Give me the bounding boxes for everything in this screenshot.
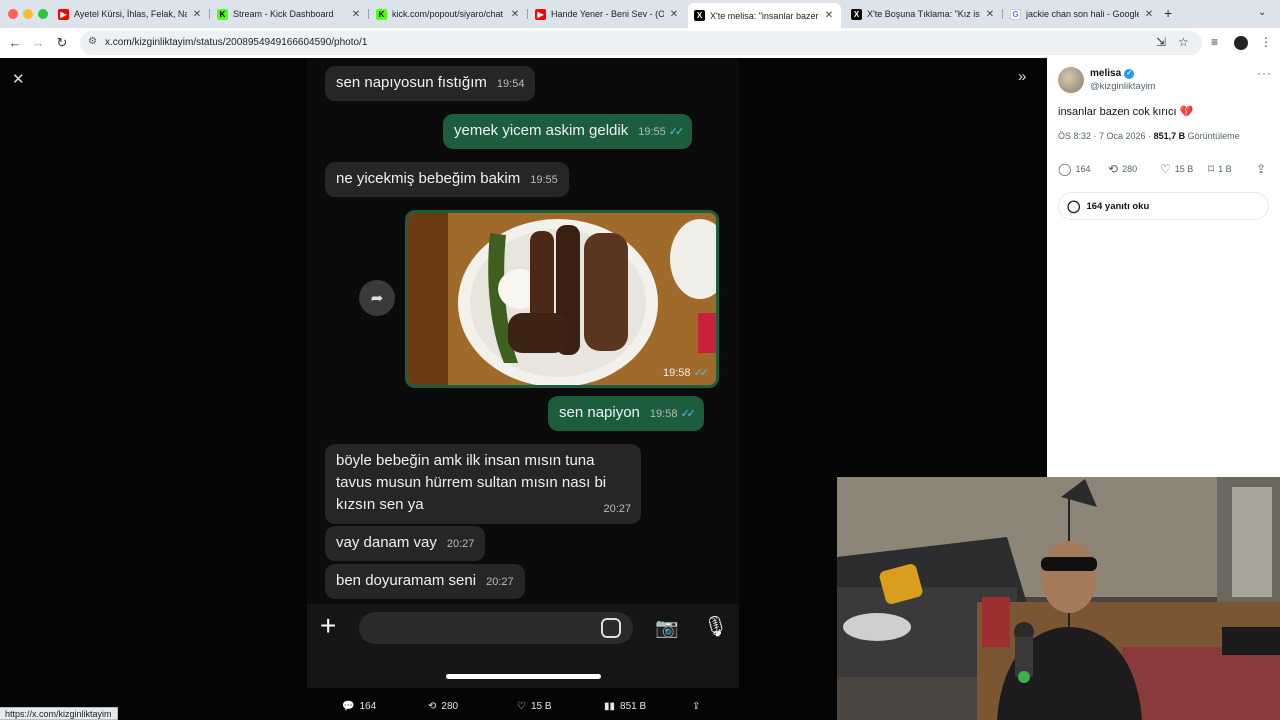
tab-close-icon[interactable]: ✕ — [509, 9, 521, 20]
tweet-text: insanlar bazen cok kırıcı 💔 — [1058, 106, 1194, 118]
viewer-views-button[interactable]: ▮▮ 851 B — [604, 701, 646, 712]
chat-message-incoming: ben doyuramam seni 20:27 — [325, 564, 525, 599]
tab-search-chevron-icon[interactable]: ⌄ — [1258, 7, 1266, 18]
chat-message-incoming: sen napıyosun fıstığım 19:54 — [325, 66, 536, 101]
share-upload-icon: ⇪ — [1256, 162, 1267, 176]
tab-close-icon[interactable]: ✕ — [668, 9, 680, 20]
reply-bubble-icon: 💬 — [342, 700, 355, 712]
close-viewer-icon[interactable]: ✕ — [12, 70, 25, 88]
browser-toolbar: ← → ↻ ⚙ x.com/kizginliktayim/status/2008… — [0, 28, 1280, 58]
chat-message-outgoing: yemek yicem askim geldik 19:55 ✓✓ — [443, 114, 693, 149]
browser-tab[interactable]: X X'te Boşuna Tıklama: "Kız iste ✕ — [851, 4, 996, 24]
window-zoom-button[interactable] — [38, 9, 48, 19]
share-upload-icon: ⇪ — [692, 700, 701, 712]
chat-photo-kebab-plate: 19:58 ✓✓ — [405, 210, 719, 388]
browser-tab-active[interactable]: X X'te melisa: "insanlar bazen c ✕ — [688, 3, 841, 28]
google-icon: G — [1010, 8, 1021, 20]
viewer-share-button[interactable]: ⇪ — [692, 701, 700, 712]
browser-tab[interactable]: ▶ Hande Yener - Beni Sev - (Offi ✕ — [535, 4, 680, 24]
reading-list-icon[interactable]: ≡ — [1211, 35, 1218, 49]
webcam-overlay — [837, 477, 1280, 720]
window-close-button[interactable] — [8, 9, 18, 19]
back-arrow-icon[interactable]: ← — [7, 35, 23, 50]
photo-timestamp: 19:58 ✓✓ — [662, 367, 710, 379]
more-options-icon[interactable]: ··· — [1257, 66, 1272, 80]
repost-button[interactable]: ⟲ 280 — [1108, 162, 1137, 176]
author-handle[interactable]: @kizginliktayim — [1090, 81, 1156, 92]
new-tab-button[interactable]: + — [1164, 5, 1172, 21]
site-info-icon[interactable]: ⚙ — [88, 36, 97, 47]
read-replies-button[interactable]: ◯ 164 yanıtı oku — [1058, 192, 1269, 220]
url-text[interactable]: x.com/kizginliktayim/status/200895494916… — [105, 37, 367, 48]
tab-close-icon[interactable]: ✕ — [350, 9, 362, 20]
x-icon: X — [694, 10, 705, 21]
chat-message-outgoing: sen napiyon 19:58 ✓✓ — [548, 396, 704, 431]
author-name[interactable]: melisa ✓ — [1090, 68, 1135, 79]
webcam-feed-image — [837, 477, 1280, 720]
heart-icon: ♡ — [517, 700, 526, 712]
tweet-meta: ÖS 8:32 · 7 Oca 2026 · 851,7 B Görüntüle… — [1058, 131, 1240, 141]
avatar[interactable] — [1058, 67, 1084, 93]
link-status-bar: https://x.com/kizginliktayim — [0, 707, 118, 720]
tab-close-icon[interactable]: ✕ — [984, 9, 996, 20]
browser-tab-bar: ▶ Ayetel Kürsi, İhlas, Felak, Nas ✕ K St… — [0, 0, 1280, 28]
home-indicator — [446, 674, 601, 679]
reply-bubble-icon: ◯ — [1067, 199, 1081, 213]
tab-close-icon[interactable]: ✕ — [191, 9, 203, 20]
chat-message-incoming: ne yicekmiş bebeğim bakim 19:55 — [325, 162, 569, 197]
views-chart-icon: ▮▮ — [604, 700, 616, 712]
tweet-actions: ◯ 164 ⟲ 280 ♡ 15 B ⌑ 1 B ⇪ — [1058, 162, 1273, 178]
chat-message-incoming: vay danam vay 20:27 — [325, 526, 486, 561]
tweet-panel: melisa ✓ @kizginliktayim ··· insanlar baz… — [1047, 58, 1280, 478]
browser-menu-icon[interactable]: ⋮ — [1260, 35, 1272, 49]
microphone-icon: 🎙 — [703, 616, 729, 638]
window-minimize-button[interactable] — [23, 9, 33, 19]
bookmark-star-icon[interactable]: ☆ — [1178, 35, 1189, 49]
plus-icon: + — [320, 610, 337, 641]
browser-tab[interactable]: G jackie chan son hali - Google ✕ — [1010, 4, 1155, 24]
share-button[interactable]: ⇪ — [1256, 162, 1266, 176]
kebab-plate-image — [408, 213, 716, 385]
x-icon: X — [851, 8, 862, 20]
verified-badge-icon: ✓ — [1124, 68, 1135, 79]
repost-icon: ⟲ — [1108, 162, 1119, 176]
viewer-repost-button[interactable]: ⟲ 280 — [428, 701, 458, 712]
youtube-icon: ▶ — [58, 8, 69, 20]
heart-icon: ♡ — [1160, 162, 1171, 176]
read-ticks-icon: ✓✓ — [680, 408, 696, 420]
like-button[interactable]: ♡ 15 B — [1160, 162, 1193, 176]
camera-icon: 📷 — [655, 618, 679, 639]
read-ticks-icon: ✓✓ — [693, 367, 710, 379]
repost-icon: ⟲ — [428, 700, 437, 712]
forward-share-icon[interactable]: ➦ — [359, 280, 395, 316]
chat-screenshot: sen napıyosun fıstığım 19:54 yemek yicem … — [307, 58, 739, 688]
browser-tab[interactable]: ▶ Ayetel Kürsi, İhlas, Felak, Nas ✕ — [58, 4, 203, 24]
forward-arrow-icon[interactable]: → — [30, 35, 46, 50]
reply-bubble-icon: ◯ — [1058, 162, 1072, 176]
expand-panel-icon[interactable]: » — [1018, 68, 1026, 85]
sticker-icon — [601, 618, 621, 638]
reload-icon[interactable]: ↻ — [54, 35, 70, 51]
viewer-reply-button[interactable]: 💬 164 — [342, 701, 376, 712]
address-bar[interactable]: ⚙ x.com/kizginliktayim/status/2008954949… — [80, 31, 1202, 55]
bookmark-button[interactable]: ⌑ 1 B — [1208, 162, 1232, 176]
tab-close-icon[interactable]: ✕ — [1143, 9, 1155, 20]
browser-tab[interactable]: K kick.com/popout/siyaro/chat ✕ — [376, 4, 521, 24]
kick-icon: K — [217, 8, 228, 20]
viewer-action-bar: 💬 164 ⟲ 280 ♡ 15 B ▮▮ 851 B ⇪ — [342, 698, 712, 714]
tab-close-icon[interactable]: ✕ — [823, 10, 835, 21]
viewer-like-button[interactable]: ♡ 15 B — [517, 701, 552, 712]
kick-icon: K — [376, 8, 387, 20]
chat-composer: + 📷 🎙 — [307, 604, 739, 688]
read-ticks-icon: ✓✓ — [668, 126, 685, 138]
screen: ▶ Ayetel Kürsi, İhlas, Felak, Nas ✕ K St… — [0, 0, 1280, 720]
youtube-icon: ▶ — [535, 8, 546, 20]
profile-avatar[interactable] — [1234, 36, 1248, 50]
browser-tab[interactable]: K Stream - Kick Dashboard ✕ — [217, 4, 362, 24]
install-app-icon[interactable]: ⇲ — [1156, 35, 1166, 49]
message-input — [359, 612, 633, 644]
chat-message-incoming: böyle bebeğin amk ilk insan mısın tuna t… — [325, 444, 641, 524]
reply-button[interactable]: ◯ 164 — [1058, 162, 1090, 176]
bookmark-icon: ⌑ — [1208, 162, 1215, 176]
